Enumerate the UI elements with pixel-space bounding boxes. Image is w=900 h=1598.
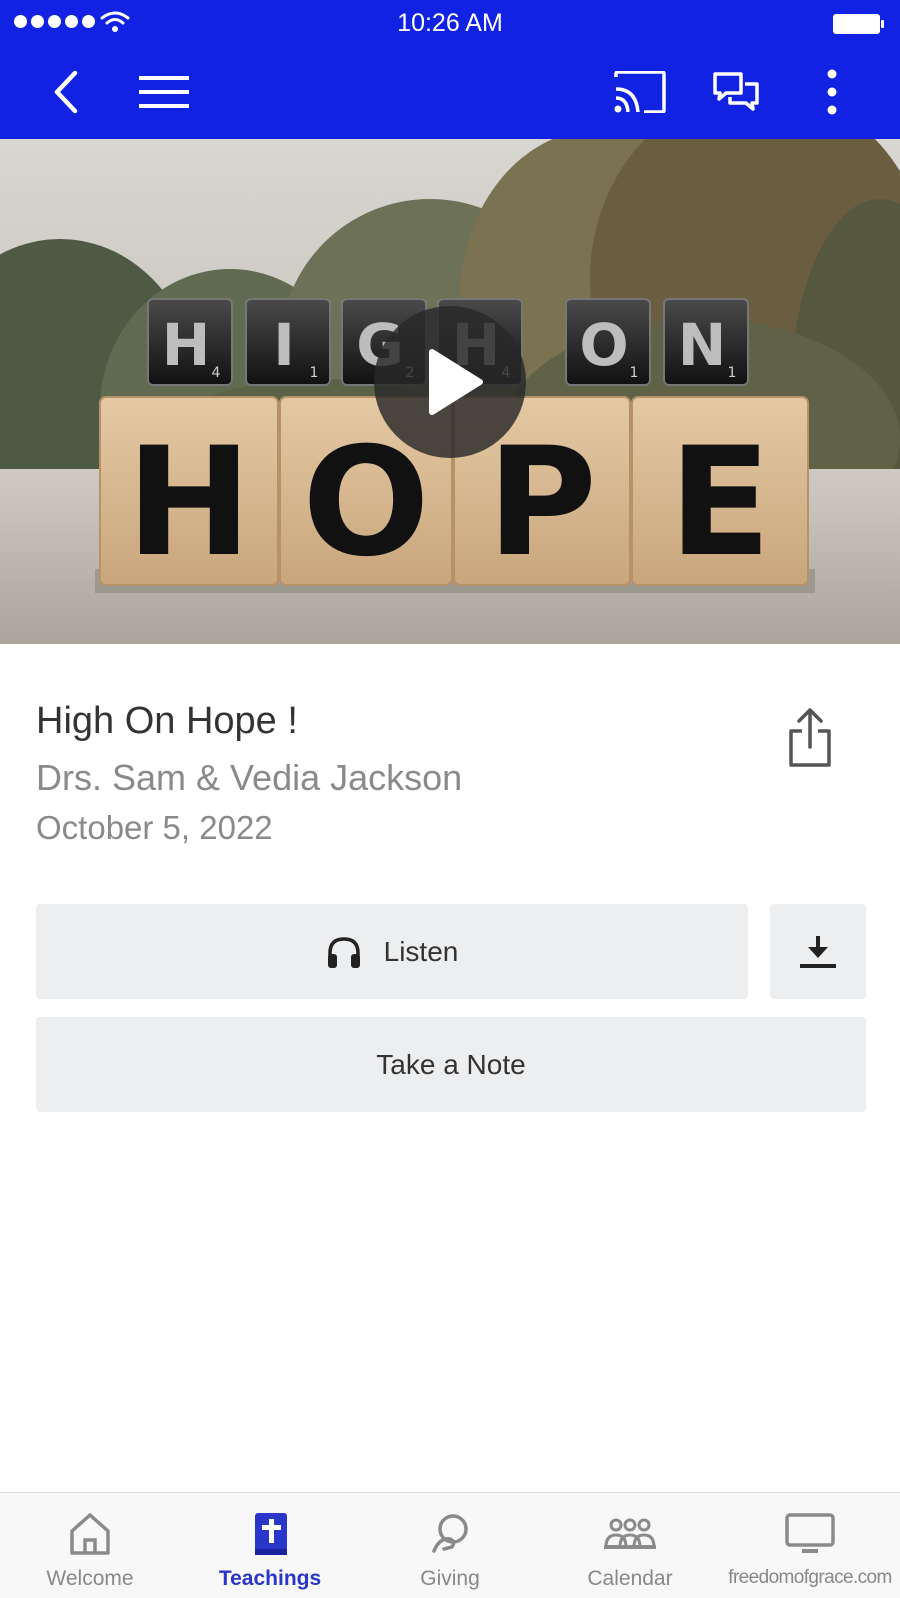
home-icon <box>70 1513 110 1555</box>
video-thumbnail[interactable]: H O P E H I G H O N 4 1 2 <box>0 139 900 644</box>
tile-letter: H <box>162 311 211 379</box>
chat-button[interactable] <box>706 64 766 120</box>
tab-teachings[interactable]: Teachings <box>180 1493 360 1598</box>
media-title: High On Hope ! <box>36 700 298 742</box>
tab-label: Teachings <box>218 1567 322 1590</box>
more-options-button[interactable] <box>802 64 862 120</box>
status-bar: 10:26 AM <box>0 0 900 46</box>
more-vertical-icon <box>827 69 837 115</box>
tab-calendar[interactable]: Calendar <box>540 1493 720 1598</box>
tile-score: 1 <box>630 365 639 381</box>
menu-button[interactable] <box>134 64 194 120</box>
media-speaker: Drs. Sam & Vedia Jackson <box>36 757 463 798</box>
tab-welcome[interactable]: Welcome <box>0 1493 180 1598</box>
back-button[interactable] <box>36 64 96 120</box>
listen-button[interactable]: Listen <box>36 904 748 999</box>
bible-icon <box>255 1513 287 1555</box>
download-button[interactable] <box>770 904 866 999</box>
battery-icon <box>833 14 884 34</box>
chevron-left-icon <box>54 70 78 114</box>
tab-website[interactable]: freedomofgrace.com <box>720 1493 900 1598</box>
tab-label: Calendar <box>587 1567 673 1590</box>
cast-icon <box>614 71 666 113</box>
block-letter: H <box>126 416 252 590</box>
tile-score: 1 <box>310 365 319 381</box>
download-icon <box>800 935 836 968</box>
take-note-button[interactable]: Take a Note <box>36 1017 866 1112</box>
chat-bubbles-icon <box>713 72 759 111</box>
listen-label: Listen <box>383 935 459 967</box>
take-note-label: Take a Note <box>376 1048 526 1080</box>
tile-letter: I <box>273 311 295 379</box>
tab-label: Giving <box>420 1567 480 1590</box>
giving-icon <box>432 1514 468 1553</box>
tile-letter: N <box>678 311 727 379</box>
toolbar <box>0 46 900 139</box>
tile-letter: O <box>579 311 628 379</box>
tab-label: Welcome <box>46 1567 134 1590</box>
people-icon <box>604 1518 656 1549</box>
tab-label: freedomofgrace.com <box>728 1567 892 1588</box>
headphones-icon <box>327 936 360 968</box>
cast-button[interactable] <box>610 64 670 120</box>
media-date: October 5, 2022 <box>36 809 273 846</box>
block-letter: E <box>669 416 771 590</box>
share-icon <box>789 708 831 767</box>
monitor-icon <box>785 1513 835 1553</box>
tab-bar: Welcome Teachings Giving Calendar freedo… <box>0 1492 900 1598</box>
status-time: 10:26 AM <box>397 9 503 37</box>
app-header: 10:26 AM <box>0 0 900 139</box>
share-button[interactable] <box>782 707 838 769</box>
hamburger-menu-icon <box>139 76 189 108</box>
tile-score: 1 <box>728 365 737 381</box>
play-icon <box>429 349 483 415</box>
play-button[interactable] <box>374 306 526 458</box>
tab-giving[interactable]: Giving <box>360 1493 540 1598</box>
tile-score: 4 <box>212 365 221 381</box>
